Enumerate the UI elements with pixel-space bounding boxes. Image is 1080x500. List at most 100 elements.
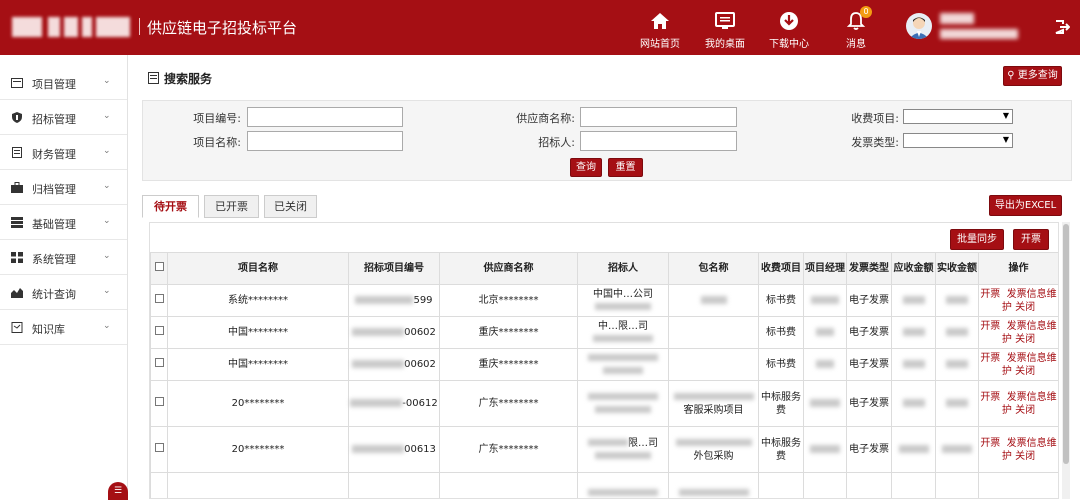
package-cell <box>668 316 759 349</box>
avatar[interactable] <box>906 13 932 39</box>
nav-messages[interactable]: 0 消息 <box>826 6 886 50</box>
project-no-input[interactable] <box>247 107 403 127</box>
close-link[interactable]: 关闭 <box>1015 302 1035 313</box>
manager-cell <box>803 316 847 349</box>
redacted-text <box>352 360 405 368</box>
col-supplier: 供应商名称 <box>439 252 578 285</box>
col-operations: 操作 <box>978 252 1058 285</box>
invoice-type-cell: 电子发票 <box>846 348 892 381</box>
open-invoice-link[interactable]: 开票 <box>980 289 1000 300</box>
nav-home[interactable]: 网站首页 <box>630 6 690 50</box>
supplier-cell: 重庆******** <box>439 348 578 381</box>
user-org-blurred <box>940 29 1018 39</box>
redacted-text <box>902 328 925 336</box>
download-icon <box>778 10 800 32</box>
supplier-input[interactable] <box>580 107 737 127</box>
sidebar-item-label: 系统管理 <box>32 253 76 266</box>
row-checkbox[interactable] <box>154 294 164 303</box>
fee-item-select[interactable]: ▼ <box>903 109 1013 124</box>
redacted-text <box>588 439 628 446</box>
redacted-text <box>946 399 968 407</box>
row-checkbox[interactable] <box>154 397 164 406</box>
sidebar-item-basic[interactable]: 基础管理 ⌄ <box>0 205 127 240</box>
sidebar-collapse-toggle[interactable]: ☰ <box>108 482 128 500</box>
row-checkbox[interactable] <box>154 326 164 335</box>
tenderer-cell: 中国中…公司 <box>577 284 669 317</box>
nav-download[interactable]: 下载中心 <box>759 6 819 50</box>
tab-closed[interactable]: 已关闭 <box>264 195 317 218</box>
shield-icon <box>12 112 22 123</box>
close-link[interactable]: 关闭 <box>1015 334 1035 345</box>
sidebar-item-project[interactable]: 项目管理 ⌄ <box>0 65 127 100</box>
invoice-type-select[interactable]: ▼ <box>903 133 1013 148</box>
panel-header: 搜索服务 <box>148 70 212 87</box>
project-name-cell: 中国******** <box>167 316 349 349</box>
table-header-row: 项目名称 招标项目编号 供应商名称 招标人 包名称 收费项目 项目经理 发票类型… <box>150 252 1058 285</box>
open-invoice-link[interactable]: 开票 <box>980 392 1000 403</box>
manager-cell <box>803 426 847 473</box>
invoice-type-cell: 电子发票 <box>846 316 892 349</box>
tender-code-cell: -00612 <box>348 380 440 427</box>
receivable-cell <box>891 316 936 349</box>
invoice-button[interactable]: 开票 <box>1013 229 1049 250</box>
close-link[interactable]: 关闭 <box>1015 451 1035 462</box>
tenderer-cell: 中…限…司 <box>577 316 669 349</box>
col-manager: 项目经理 <box>803 252 847 285</box>
redacted-text <box>678 488 749 496</box>
redacted-text <box>355 296 414 304</box>
nav-home-label: 网站首页 <box>640 39 680 50</box>
close-link[interactable]: 关闭 <box>1015 405 1035 416</box>
open-invoice-link[interactable]: 开票 <box>980 353 1000 364</box>
sidebar-item-knowledge[interactable]: 知识库 ⌄ <box>0 310 127 345</box>
brand-logo[interactable] <box>12 17 130 37</box>
select-all-checkbox[interactable] <box>154 262 164 271</box>
operations-cell: 开票 发票信息维护 关闭 <box>978 380 1058 427</box>
open-invoice-link[interactable]: 开票 <box>980 438 1000 449</box>
chevron-down-icon: ⌄ <box>103 181 111 191</box>
project-name-input[interactable] <box>247 131 403 151</box>
redacted-text <box>816 360 834 368</box>
chevron-down-icon: ⌄ <box>103 216 111 226</box>
supplier-cell: 北京******** <box>439 284 578 317</box>
logout-icon[interactable] <box>1054 19 1071 35</box>
message-count-badge: 0 <box>860 6 872 18</box>
row-checkbox[interactable] <box>154 358 164 367</box>
operations-cell: 开票 发票信息维护 关闭 <box>978 284 1058 317</box>
query-button[interactable]: 查询 <box>570 158 602 177</box>
received-cell <box>935 380 979 427</box>
sidebar-item-label: 归档管理 <box>32 183 76 196</box>
sidebar-item-label: 招标管理 <box>32 113 76 126</box>
more-search-button[interactable]: ⚲ 更多查询 <box>1003 66 1062 86</box>
col-project-name: 项目名称 <box>167 252 349 285</box>
sidebar-item-system[interactable]: 系统管理 ⌄ <box>0 240 127 275</box>
sidebar-item-label: 统计查询 <box>32 288 76 301</box>
redacted-text <box>946 296 968 304</box>
package-cell <box>668 348 759 381</box>
tab-invoiced[interactable]: 已开票 <box>204 195 259 218</box>
redacted-text <box>603 367 643 374</box>
sidebar-item-archive[interactable]: 归档管理 ⌄ <box>0 170 127 205</box>
select-all-cell[interactable] <box>150 252 168 285</box>
tenderer-input[interactable] <box>580 131 737 151</box>
open-invoice-link[interactable]: 开票 <box>980 321 1000 332</box>
table-row: 中国******** 00602 重庆******** 中…限…司 标书费 电子… <box>150 316 1058 349</box>
chevron-down-icon: ⌄ <box>103 111 111 121</box>
close-link[interactable]: 关闭 <box>1015 366 1035 377</box>
sidebar-item-stats[interactable]: 统计查询 ⌄ <box>0 275 127 310</box>
nav-desktop[interactable]: 我的桌面 <box>695 6 755 50</box>
export-excel-button[interactable]: 导出为EXCEL <box>989 195 1062 216</box>
batch-sync-button[interactable]: 批量同步 <box>950 229 1004 250</box>
search-form: 项目编号: 供应商名称: 收费项目: ▼ 项目名称: 招标人: 发票类型: ▼ … <box>142 100 1072 181</box>
reset-button[interactable]: 重置 <box>608 158 643 177</box>
document-icon <box>148 72 159 84</box>
sidebar-item-finance[interactable]: 财务管理 ⌄ <box>0 135 127 170</box>
redacted-text <box>810 445 840 453</box>
fee-item-cell: 中标服务费 <box>758 426 804 473</box>
fee-item-cell: 中标服务费 <box>758 380 804 427</box>
row-checkbox[interactable] <box>154 443 164 452</box>
folder-icon <box>11 78 23 88</box>
sidebar-item-tender[interactable]: 招标管理 ⌄ <box>0 100 127 135</box>
tab-pending-invoice[interactable]: 待开票 <box>142 195 199 218</box>
table-scrollbar[interactable] <box>1062 222 1070 499</box>
redacted-text <box>595 406 651 413</box>
